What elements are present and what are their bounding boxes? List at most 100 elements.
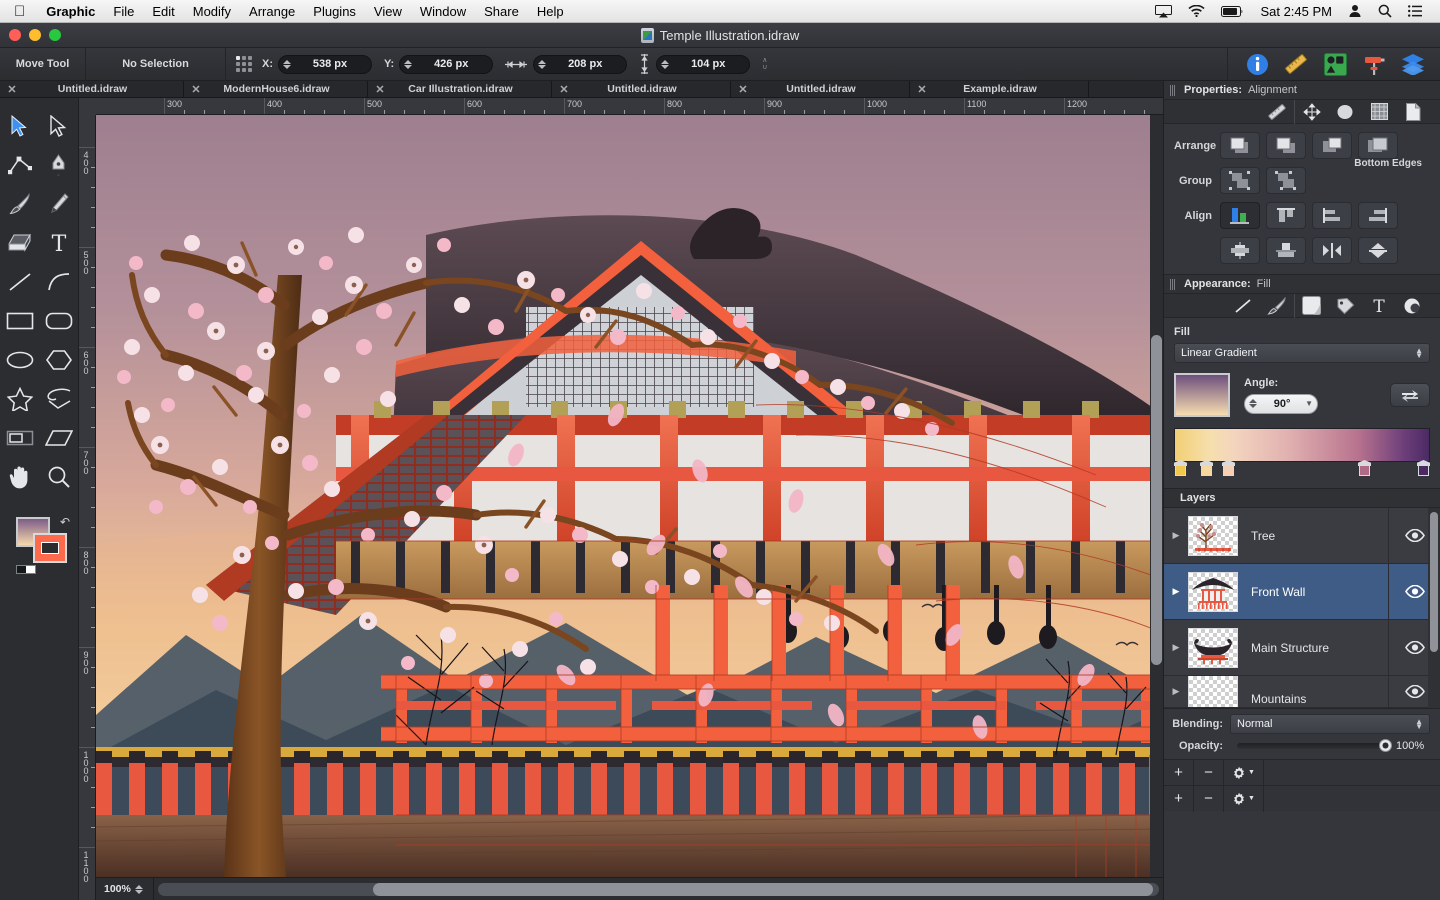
panel-grip-icon[interactable] [1170, 278, 1178, 290]
layer-row-tree[interactable]: ▶ Tree [1164, 507, 1440, 564]
close-button[interactable] [9, 29, 21, 41]
battery-icon[interactable] [1213, 5, 1252, 17]
paint-roller-icon[interactable] [1361, 51, 1387, 77]
gradient-stop-1[interactable] [1200, 460, 1213, 477]
menu-item-arrange[interactable]: Arrange [240, 4, 304, 19]
color-tab-icon[interactable] [1328, 294, 1362, 318]
ellipse-tool[interactable] [0, 346, 39, 374]
tab-close-icon[interactable]: ✕ [552, 83, 576, 96]
width-field[interactable]: 208 px [533, 54, 628, 74]
rectangle-tool[interactable] [0, 307, 39, 335]
text-tool[interactable]: T [39, 229, 78, 257]
menu-item-edit[interactable]: Edit [143, 4, 183, 19]
line-tool[interactable] [0, 268, 39, 296]
direct-selection-tool[interactable] [39, 112, 78, 140]
layer-row-front-wall[interactable]: ▶ Front Wall [1164, 563, 1440, 620]
align-top-edges-button[interactable] [1266, 202, 1306, 229]
star-tool[interactable] [0, 385, 39, 413]
height-stepper[interactable] [661, 59, 670, 69]
anchor-grid-icon[interactable] [236, 56, 252, 72]
document-tab-icon[interactable] [1396, 100, 1430, 124]
y-position-field[interactable]: 426 px [399, 54, 494, 74]
menu-item-file[interactable]: File [104, 4, 143, 19]
arc-tool[interactable] [39, 268, 78, 296]
send-to-back-button[interactable] [1358, 132, 1398, 159]
canvas-vertical-scrollbar[interactable] [1150, 115, 1163, 877]
add-layer-button[interactable]: + [1164, 759, 1194, 786]
menu-item-plugins[interactable]: Plugins [304, 4, 365, 19]
bring-to-front-button[interactable] [1220, 132, 1260, 159]
opacity-slider-knob[interactable] [1379, 739, 1392, 752]
shadow-tab-icon[interactable] [1328, 100, 1362, 124]
panel-grip-icon[interactable] [1170, 84, 1178, 96]
align-horizontal-centers-button[interactable] [1220, 237, 1260, 264]
group-button[interactable] [1220, 167, 1260, 194]
notification-center-icon[interactable] [1400, 5, 1430, 17]
alignment-tab-icon[interactable] [1294, 99, 1328, 124]
zoom-button[interactable] [49, 29, 61, 41]
pencil-tool[interactable] [39, 190, 78, 218]
disclosure-triangle-icon[interactable]: ▶ [1164, 686, 1188, 697]
tab-close-icon[interactable]: ✕ [910, 83, 934, 96]
zoom-tool[interactable] [39, 463, 78, 491]
gradient-preview-swatch[interactable] [1174, 373, 1230, 417]
spotlight-search-icon[interactable] [1370, 4, 1400, 18]
shapes-icon[interactable] [1322, 51, 1348, 77]
x-position-field[interactable]: 538 px [278, 54, 372, 74]
info-icon[interactable] [1244, 51, 1270, 77]
default-colors-swatch[interactable] [16, 565, 36, 574]
pen-tool[interactable] [39, 151, 78, 179]
gradient-stop-0[interactable] [1174, 460, 1187, 477]
link-lock-icon[interactable]: ∧ ∪ [762, 57, 767, 71]
fill-tab-icon[interactable] [1294, 293, 1328, 318]
reverse-gradient-button[interactable] [1390, 383, 1430, 407]
tab-untitled-3[interactable]: ✕ Untitled.idraw [731, 81, 910, 97]
width-stepper[interactable] [538, 59, 547, 69]
brush-tool[interactable] [0, 190, 39, 218]
layer-options-button[interactable]: ▼ [1224, 759, 1264, 786]
height-field[interactable]: 104 px [656, 54, 751, 74]
tab-close-icon[interactable]: ✕ [0, 83, 24, 96]
image-tool[interactable] [0, 424, 39, 452]
blending-mode-select[interactable]: Normal ▲ ▼ [1230, 714, 1430, 734]
remove-item-button[interactable]: − [1194, 785, 1224, 812]
move-tool[interactable] [0, 112, 39, 140]
gradient-angle-field[interactable]: 90° ▼ [1244, 393, 1318, 414]
layers-scrollbar[interactable] [1428, 508, 1440, 708]
fill-type-select[interactable]: Linear Gradient ▲ ▼ [1174, 343, 1430, 363]
distribute-vertically-button[interactable] [1358, 237, 1398, 264]
grid-tab-icon[interactable] [1362, 100, 1396, 124]
add-item-button[interactable]: + [1164, 785, 1194, 812]
disclosure-triangle-icon[interactable]: ▶ [1164, 586, 1188, 597]
wifi-icon[interactable] [1180, 5, 1213, 17]
layers-scroll-thumb[interactable] [1430, 512, 1438, 652]
gradient-stop-4[interactable] [1417, 460, 1430, 477]
disclosure-triangle-icon[interactable]: ▶ [1164, 530, 1188, 541]
ungroup-button[interactable] [1266, 167, 1306, 194]
angle-stepper[interactable] [1249, 399, 1257, 408]
opacity-slider[interactable] [1237, 739, 1392, 752]
stroke-tab-icon[interactable] [1226, 294, 1260, 318]
layer-row-main-structure[interactable]: ▶ Main Structure [1164, 619, 1440, 676]
swap-fill-stroke-icon[interactable]: ↶ [60, 515, 70, 529]
tab-untitled-1[interactable]: ✕ Untitled.idraw [0, 81, 184, 97]
spiral-tool[interactable] [39, 385, 78, 413]
horizontal-scroll-thumb[interactable] [372, 882, 1153, 896]
tab-example[interactable]: ✕ Example.idraw [910, 81, 1089, 97]
ruler-corner[interactable] [79, 98, 96, 115]
gradient-editor-bar[interactable] [1174, 428, 1430, 462]
tab-modernhouse6[interactable]: ✕ ModernHouse6.idraw [184, 81, 368, 97]
ruler-icon[interactable] [1283, 51, 1309, 77]
brush-tab-icon[interactable] [1260, 294, 1294, 318]
shear-tool[interactable] [39, 424, 78, 452]
disclosure-triangle-icon[interactable]: ▶ [1164, 642, 1188, 653]
tab-close-icon[interactable]: ✕ [731, 83, 755, 96]
remove-layer-button[interactable]: − [1194, 759, 1224, 786]
hand-tool[interactable] [0, 463, 39, 491]
canvas-horizontal-scrollbar[interactable] [157, 882, 1159, 896]
polygon-tool[interactable] [39, 346, 78, 374]
tab-close-icon[interactable]: ✕ [368, 83, 392, 96]
zoom-stepper[interactable] [134, 884, 143, 894]
zoom-level-control[interactable]: 100% [96, 877, 154, 900]
menu-item-share[interactable]: Share [475, 4, 528, 19]
